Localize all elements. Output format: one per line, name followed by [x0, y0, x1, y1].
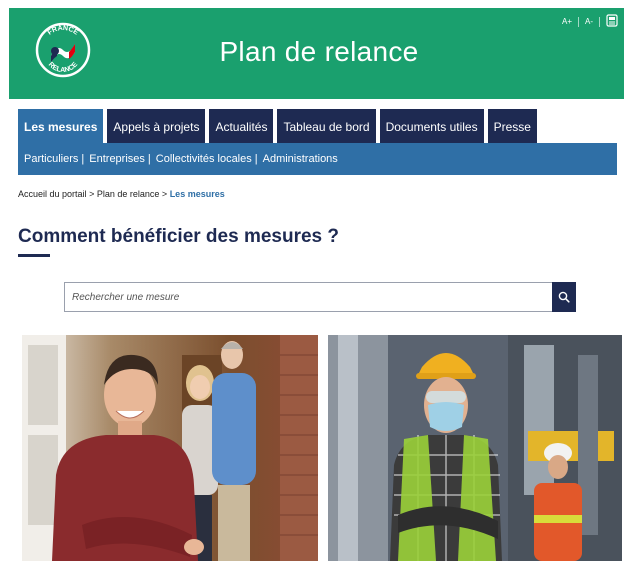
tab-tableau-de-bord[interactable]: Tableau de bord — [277, 109, 376, 143]
subnav-item-collectivites-locales[interactable]: Collectivités locales — [156, 153, 252, 165]
search-icon — [558, 291, 570, 303]
increase-font-button[interactable]: A+ — [562, 17, 572, 26]
card-image-particuliers[interactable] — [22, 335, 318, 561]
subnav-separator: | — [147, 153, 151, 165]
sub-navigation: Particuliers | Entreprises | Collectivités… — [18, 143, 617, 175]
tools-separator — [599, 16, 600, 27]
tab-actualites[interactable]: Actualités — [209, 109, 274, 143]
title-underline — [18, 254, 50, 257]
subnav-item-particuliers[interactable]: Particuliers — [24, 153, 78, 165]
breadcrumb: Accueil du portail > Plan de relance > L… — [18, 189, 225, 199]
subnav-separator: | — [81, 153, 85, 165]
breadcrumb-separator: > — [161, 189, 168, 199]
tools-separator — [578, 16, 579, 27]
header-tools: A+ A- — [562, 14, 618, 29]
breadcrumb-current: Les mesures — [169, 189, 225, 199]
search-button[interactable] — [552, 282, 576, 312]
breadcrumb-item-plan-de-relance[interactable]: Plan de relance — [97, 189, 160, 199]
subnav-separator: | — [254, 153, 258, 165]
subnav-item-entreprises[interactable]: Entreprises — [89, 153, 145, 165]
site-header: FRANCE RELANCE Plan de relance A+ A- — [9, 8, 624, 99]
tab-les-mesures[interactable]: Les mesures — [18, 109, 104, 143]
breadcrumb-item-accueil[interactable]: Accueil du portail — [18, 189, 87, 199]
decrease-font-button[interactable]: A- — [585, 17, 593, 26]
france-relance-logo[interactable]: FRANCE RELANCE — [35, 16, 91, 88]
page-title: Comment bénéficier des mesures ? — [18, 226, 339, 247]
search-input[interactable] — [64, 282, 552, 312]
tab-documents-utiles[interactable]: Documents utiles — [379, 109, 484, 143]
site-title: Plan de relance — [219, 36, 419, 67]
tab-appels-a-projets[interactable]: Appels à projets — [107, 109, 206, 143]
printer-icon[interactable] — [606, 14, 618, 29]
main-navigation: Les mesures Appels à projets Actualités … — [18, 109, 537, 143]
tab-presse[interactable]: Presse — [487, 109, 537, 143]
card-image-entreprises[interactable] — [328, 335, 622, 561]
breadcrumb-separator: > — [89, 189, 95, 199]
subnav-item-administrations[interactable]: Administrations — [263, 153, 338, 165]
